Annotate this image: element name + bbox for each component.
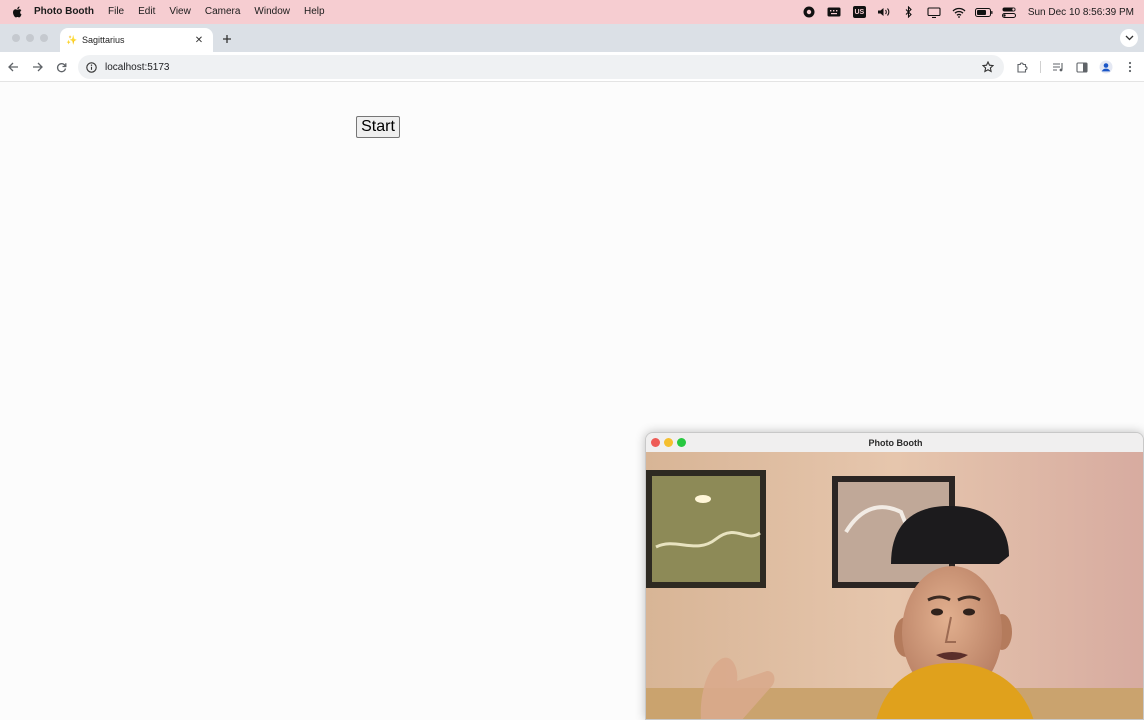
control-center-icon[interactable] bbox=[997, 0, 1022, 24]
photo-booth-titlebar[interactable]: Photo Booth bbox=[646, 433, 1143, 452]
photo-booth-close-button[interactable] bbox=[651, 438, 660, 447]
chevron-down-icon bbox=[1125, 35, 1133, 41]
browser-toolbar: localhost:5173 bbox=[0, 52, 1144, 82]
media-controls-icon[interactable] bbox=[1049, 58, 1067, 76]
input-source-icon[interactable]: US bbox=[847, 0, 872, 24]
menu-app-name[interactable]: Photo Booth bbox=[34, 0, 101, 24]
camera-feed-image bbox=[646, 452, 1143, 719]
arrow-right-icon bbox=[32, 62, 43, 72]
back-button[interactable] bbox=[4, 58, 22, 76]
tab-title: Sagittarius bbox=[82, 35, 125, 45]
toolbar-divider bbox=[1040, 61, 1041, 73]
browser-zoom-dot[interactable] bbox=[40, 34, 48, 42]
side-panel-icon[interactable] bbox=[1073, 58, 1091, 76]
tab-sagittarius[interactable]: ✨ Sagittarius ✕ bbox=[60, 28, 213, 52]
profile-avatar-icon[interactable] bbox=[1097, 58, 1115, 76]
record-icon[interactable] bbox=[797, 0, 822, 24]
address-url[interactable]: localhost:5173 bbox=[105, 62, 170, 73]
tab-strip: ✨ Sagittarius ✕ bbox=[0, 24, 1144, 52]
new-tab-button[interactable] bbox=[218, 30, 236, 48]
more-menu-icon[interactable] bbox=[1121, 58, 1139, 76]
browser-close-dot[interactable] bbox=[12, 34, 20, 42]
forward-button[interactable] bbox=[28, 58, 46, 76]
info-icon bbox=[86, 61, 97, 73]
tab-search-button[interactable] bbox=[1120, 29, 1138, 47]
tab-close-icon[interactable]: ✕ bbox=[191, 32, 207, 48]
reload-icon bbox=[56, 62, 66, 72]
menu-edit[interactable]: Edit bbox=[131, 0, 162, 24]
address-bar[interactable]: localhost:5173 bbox=[78, 55, 1004, 79]
photo-booth-minimize-button[interactable] bbox=[664, 438, 673, 447]
browser-minimize-dot[interactable] bbox=[26, 34, 34, 42]
status-area: US Sun Dec 10 8:56:39 PM bbox=[797, 0, 1144, 24]
menu-view[interactable]: View bbox=[162, 0, 198, 24]
menu-file[interactable]: File bbox=[101, 0, 131, 24]
display-icon[interactable] bbox=[922, 0, 947, 24]
arrow-left-icon bbox=[7, 62, 18, 72]
photo-booth-title: Photo Booth bbox=[868, 437, 923, 448]
menu-bar: Photo Booth File Edit View Camera Window… bbox=[0, 0, 1144, 24]
apple-icon bbox=[12, 6, 21, 18]
photo-booth-zoom-button[interactable] bbox=[677, 438, 686, 447]
apple-menu[interactable] bbox=[0, 6, 34, 18]
menu-camera[interactable]: Camera bbox=[198, 0, 248, 24]
reload-button[interactable] bbox=[52, 58, 70, 76]
battery-icon[interactable] bbox=[972, 0, 997, 24]
menu-help[interactable]: Help bbox=[297, 0, 332, 24]
menu-window[interactable]: Window bbox=[247, 0, 297, 24]
start-button[interactable]: Start bbox=[356, 116, 400, 138]
plus-icon bbox=[223, 35, 231, 43]
extensions-icon[interactable] bbox=[1013, 58, 1031, 76]
wifi-icon[interactable] bbox=[947, 0, 972, 24]
bluetooth-icon[interactable] bbox=[897, 0, 922, 24]
camera-preview bbox=[646, 452, 1143, 719]
sparkle-icon: ✨ bbox=[66, 34, 78, 45]
volume-icon[interactable] bbox=[872, 0, 897, 24]
photo-booth-window[interactable]: Photo Booth bbox=[645, 432, 1144, 720]
bookmark-star-icon[interactable] bbox=[980, 59, 996, 75]
keyboard-icon[interactable] bbox=[822, 0, 847, 24]
menubar-clock[interactable]: Sun Dec 10 8:56:39 PM bbox=[1022, 7, 1144, 18]
